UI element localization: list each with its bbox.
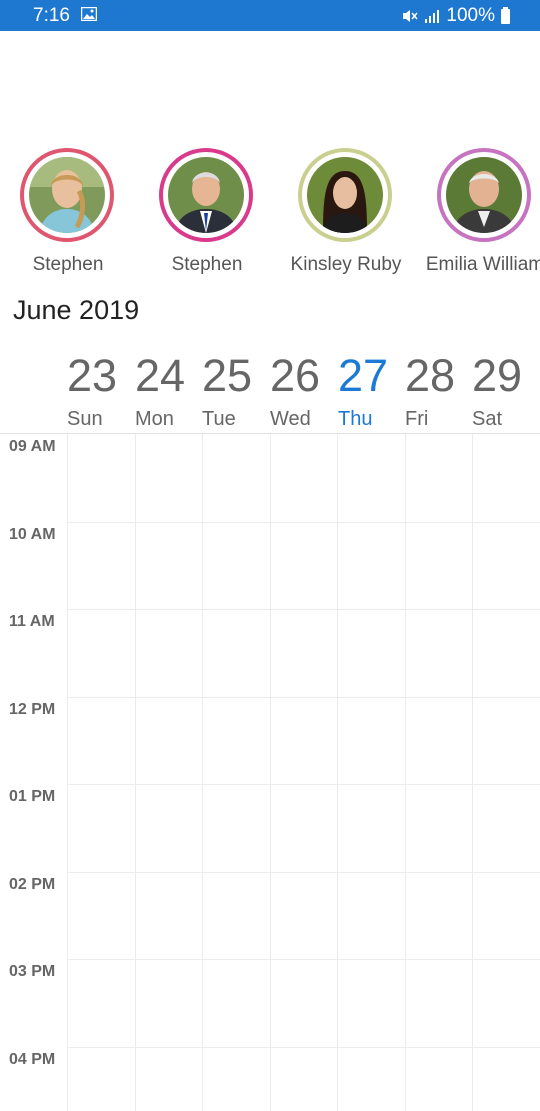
time-label: 12 PM <box>9 701 56 718</box>
avatar <box>168 157 244 233</box>
image-icon <box>81 7 97 21</box>
resource-name: Stephen <box>32 254 104 275</box>
day-cell[interactable]: 29 Sat <box>472 350 540 434</box>
avatar-ring <box>159 148 253 242</box>
resource-item[interactable]: Stephen <box>139 148 279 278</box>
avatar-ring <box>298 148 392 242</box>
grid-column-line <box>135 434 136 1111</box>
day-number: 25 <box>202 350 253 401</box>
grid-row-line <box>67 1047 540 1048</box>
day-name: Fri <box>405 408 429 430</box>
grid-column-line <box>270 434 271 1111</box>
resource-name: Kinsley Ruby <box>290 254 402 275</box>
status-bar: 7:16 100% <box>0 0 540 31</box>
avatar <box>446 157 522 233</box>
grid-row-line <box>67 609 540 610</box>
avatar-ring <box>20 148 114 242</box>
resource-item[interactable]: Kinsley Ruby <box>278 148 418 278</box>
grid-column-line <box>472 434 473 1111</box>
battery-icon <box>501 6 510 24</box>
day-cell[interactable]: 24 Mon <box>135 350 203 434</box>
day-name: Sun <box>67 408 103 430</box>
day-cell[interactable]: 26 Wed <box>270 350 338 434</box>
day-cell-today[interactable]: 27 Thu <box>338 350 406 434</box>
resource-name: Stephen <box>171 254 243 275</box>
day-cell[interactable]: 23 Sun <box>67 350 135 434</box>
day-number: 29 <box>472 350 523 401</box>
day-cell[interactable]: 28 Fri <box>405 350 473 434</box>
time-label: 01 PM <box>9 788 56 805</box>
time-label: 02 PM <box>9 876 56 893</box>
grid-column-line <box>337 434 338 1111</box>
day-cell[interactable]: 25 Tue <box>202 350 270 434</box>
grid-column-line <box>67 434 68 1111</box>
resource-name: Emilia William <box>425 254 540 275</box>
grid-column-line <box>405 434 406 1111</box>
day-name: Mon <box>135 408 174 430</box>
signal-icon <box>425 10 440 23</box>
resource-item[interactable]: Stephen <box>0 148 140 278</box>
grid-row-line <box>67 872 540 873</box>
avatar-ring <box>437 148 531 242</box>
day-number: 28 <box>405 350 456 401</box>
time-label: 11 AM <box>9 613 55 630</box>
mute-icon <box>403 10 418 22</box>
resource-item[interactable]: Emilia William <box>417 148 540 278</box>
day-name: Tue <box>202 408 236 430</box>
time-label: 03 PM <box>9 963 56 980</box>
time-grid[interactable]: 09 AM 10 AM 11 AM 12 PM 01 PM 02 PM 03 P… <box>0 433 540 1111</box>
time-label: 09 AM <box>9 438 56 455</box>
day-number: 23 <box>67 350 118 401</box>
battery-percent: 100% <box>446 5 495 26</box>
status-right: 100% <box>402 5 510 27</box>
avatar <box>29 157 105 233</box>
grid-row-line <box>67 697 540 698</box>
day-name: Sat <box>472 408 503 430</box>
month-year-title[interactable]: June 2019 <box>13 295 139 326</box>
grid-row-line <box>67 784 540 785</box>
day-header: 23 Sun 24 Mon 25 Tue 26 Wed 27 Thu 28 Fr… <box>67 350 540 434</box>
day-number: 24 <box>135 350 186 401</box>
day-number: 27 <box>338 350 389 401</box>
day-number: 26 <box>270 350 321 401</box>
grid-row-line <box>67 522 540 523</box>
grid-column-line <box>202 434 203 1111</box>
status-time: 7:16 <box>33 5 70 26</box>
grid-row-line <box>67 959 540 960</box>
day-name: Thu <box>338 408 373 430</box>
day-name: Wed <box>270 408 311 430</box>
time-label: 10 AM <box>9 526 56 543</box>
resource-strip[interactable]: Stephen Stephen Kinsley Ruby Emilia Will… <box>0 148 540 278</box>
time-label: 04 PM <box>9 1051 56 1068</box>
avatar <box>307 157 383 233</box>
